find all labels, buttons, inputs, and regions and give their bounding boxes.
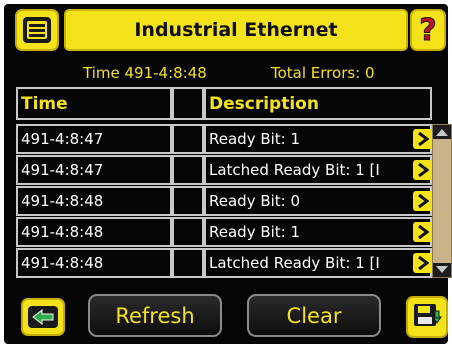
- row-description: Ready Bit: 1: [204, 124, 432, 154]
- scroll-up-icon: [436, 129, 448, 136]
- column-header-description: Description: [204, 87, 432, 120]
- row-flag: [172, 155, 204, 185]
- table-row[interactable]: 491-4:8:48 Ready Bit: 1: [16, 217, 433, 247]
- scrollbar[interactable]: [432, 124, 452, 278]
- scroll-up-button[interactable]: [433, 125, 451, 139]
- scroll-down-icon: [436, 266, 448, 273]
- row-description: Ready Bit: 1: [204, 217, 432, 247]
- row-flag: [172, 248, 204, 278]
- row-description: Latched Ready Bit: 1 [I: [204, 248, 432, 278]
- row-flag: [172, 186, 204, 216]
- chevron-right-icon[interactable]: [413, 253, 433, 273]
- question-mark-icon: ?: [419, 13, 437, 47]
- row-time: 491-4:8:48: [16, 186, 172, 216]
- row-flag: [172, 217, 204, 247]
- chevron-right-icon[interactable]: [413, 191, 433, 211]
- column-header-flag: [172, 87, 204, 120]
- table-row[interactable]: 491-4:8:47 Ready Bit: 1: [16, 124, 433, 154]
- chevron-right-icon[interactable]: [413, 222, 433, 242]
- refresh-button[interactable]: Refresh: [88, 294, 222, 337]
- chevron-right-icon[interactable]: [413, 129, 433, 149]
- save-download-icon: [414, 304, 442, 326]
- svg-text:?: ?: [419, 13, 436, 47]
- scroll-down-button[interactable]: [433, 263, 451, 277]
- column-header-time: Time: [16, 87, 172, 120]
- help-button[interactable]: ?: [410, 9, 446, 51]
- row-time: 491-4:8:47: [16, 124, 172, 154]
- page-title: Industrial Ethernet: [134, 19, 338, 41]
- save-button[interactable]: [406, 296, 448, 338]
- chevron-right-icon[interactable]: [413, 160, 433, 180]
- row-description: Latched Ready Bit: 1 [I: [204, 155, 432, 185]
- row-time: 491-4:8:47: [16, 155, 172, 185]
- clear-button[interactable]: Clear: [247, 294, 381, 337]
- back-arrow-icon: [28, 306, 58, 328]
- status-time: Time 491-4:8:48: [83, 64, 207, 82]
- table-row[interactable]: 491-4:8:47 Latched Ready Bit: 1 [I: [16, 155, 433, 185]
- back-button[interactable]: [21, 298, 65, 336]
- status-total-errors: Total Errors: 0: [271, 64, 375, 82]
- title-bar: Industrial Ethernet: [64, 9, 408, 51]
- row-flag: [172, 124, 204, 154]
- row-time: 491-4:8:48: [16, 248, 172, 278]
- row-time: 491-4:8:48: [16, 217, 172, 247]
- table-row[interactable]: 491-4:8:48 Latched Ready Bit: 1 [I: [16, 248, 433, 278]
- list-menu-icon: [23, 17, 51, 43]
- menu-button[interactable]: [15, 9, 59, 51]
- row-description: Ready Bit: 0: [204, 186, 432, 216]
- table-row[interactable]: 491-4:8:48 Ready Bit: 0: [16, 186, 433, 216]
